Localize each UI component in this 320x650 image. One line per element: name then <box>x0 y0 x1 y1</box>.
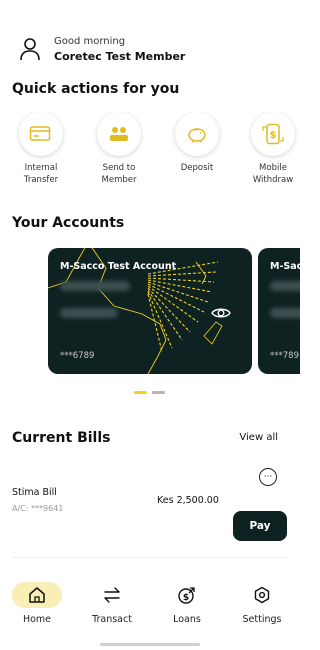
quick-action-internal-transfer[interactable]: Internal Transfer <box>6 112 76 186</box>
more-options-icon[interactable]: ··· <box>259 468 277 486</box>
carousel-page-indicator <box>134 391 165 394</box>
nav-label: Transact <box>92 614 132 625</box>
nav-label: Home <box>22 614 52 625</box>
home-icon <box>29 587 45 603</box>
greeting-block: Good morning Coretec Test Member <box>54 35 185 64</box>
greeting-text: Good morning <box>54 35 126 47</box>
hidden-balance-secondary <box>270 308 300 318</box>
header: Good morning Coretec Test Member <box>16 32 286 66</box>
nav-label: Settings <box>242 614 282 625</box>
bill-account: A/C: ***9641 <box>12 504 64 513</box>
members-icon <box>110 127 128 141</box>
bottom-nav: Home Transact $ Loans Settings <box>0 582 300 630</box>
nav-loans[interactable]: $ Loans <box>157 582 217 626</box>
eye-icon <box>211 308 231 318</box>
nav-label: Loans <box>173 614 201 625</box>
nav-settings[interactable]: Settings <box>232 582 292 626</box>
mobile-money-icon: $ <box>262 123 284 145</box>
quick-action-label: Deposit <box>180 163 214 173</box>
svg-text:$: $ <box>270 130 277 141</box>
transfer-arrows-icon <box>104 587 120 603</box>
card-transfer-icon <box>29 126 51 141</box>
page-dot[interactable] <box>152 391 165 394</box>
current-bills-title: Current Bills <box>12 430 111 446</box>
quick-actions-row: Internal Transfer Send to Member Deposit <box>0 112 300 192</box>
quick-action-send-to-member[interactable]: Send to Member <box>84 112 154 186</box>
quick-actions-title: Quick actions for you <box>12 81 180 97</box>
account-card[interactable]: M-Sac ***789 <box>258 248 300 374</box>
quick-action-label: Internal Transfer <box>23 163 59 185</box>
home-indicator <box>100 643 200 646</box>
page-dot-active[interactable] <box>134 391 147 394</box>
user-icon[interactable] <box>16 35 44 63</box>
quick-action-mobile-withdraw[interactable]: $ Mobile Withdraw <box>238 112 300 186</box>
member-name: Coretec Test Member <box>54 49 186 63</box>
account-name: M-Sacco Test Account <box>60 261 177 272</box>
account-number: ***789 <box>270 351 299 361</box>
bill-amount: Kes 2,500.00 <box>157 495 219 506</box>
pay-button[interactable]: Pay <box>233 511 287 541</box>
accounts-carousel[interactable]: M-Sacco Test Account ***6789 M-Sac ***78… <box>0 246 300 376</box>
nav-home[interactable]: Home <box>7 582 67 626</box>
loan-coin-icon: $ <box>178 587 195 604</box>
hidden-balance-secondary <box>60 308 118 318</box>
account-card[interactable]: M-Sacco Test Account ***6789 <box>48 248 252 374</box>
svg-text:$: $ <box>183 593 189 603</box>
hidden-balance <box>60 281 130 291</box>
account-name: M-Sac <box>270 261 300 272</box>
bill-name: Stima Bill <box>12 487 57 498</box>
settings-hexagon-icon <box>254 586 270 604</box>
accounts-title: Your Accounts <box>12 215 125 231</box>
view-all-link[interactable]: View all <box>239 432 278 443</box>
quick-action-deposit[interactable]: Deposit <box>162 112 232 174</box>
divider <box>12 557 288 558</box>
quick-action-label: Mobile Withdraw <box>252 163 294 185</box>
quick-action-label: Send to Member <box>101 163 137 185</box>
piggy-bank-icon <box>188 128 206 143</box>
account-number: ***6789 <box>60 351 95 361</box>
nav-transact[interactable]: Transact <box>82 582 142 626</box>
toggle-visibility-button[interactable] <box>210 302 232 324</box>
hidden-balance <box>270 281 300 291</box>
